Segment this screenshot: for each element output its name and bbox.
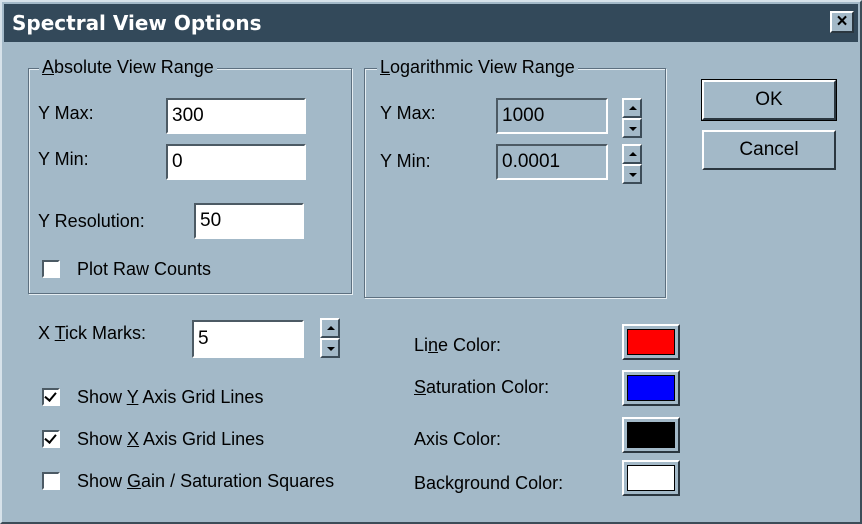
line-color-swatch[interactable] — [622, 324, 680, 360]
abs-ymax-input[interactable] — [166, 98, 306, 134]
log-ymax-spinner[interactable] — [622, 98, 642, 138]
log-ymin-input[interactable] — [496, 144, 608, 180]
background-color-label: Background Color: — [414, 473, 564, 493]
plot-raw-counts-label: Plot Raw Counts — [77, 259, 212, 279]
show-y-grid-checkbox[interactable] — [42, 388, 60, 406]
line-color-label: Line Color: — [414, 335, 502, 355]
show-y-grid-label: Show Y Axis Grid Lines — [77, 387, 264, 407]
close-icon: × — [836, 11, 848, 32]
spin-down-button[interactable] — [320, 338, 340, 358]
spectral-view-options-dialog: Spectral View Options × Absolute View Ra… — [0, 0, 862, 524]
abs-yres-input[interactable] — [194, 203, 304, 239]
arrow-down-icon — [327, 347, 335, 351]
log-view-range-legend: Logarithmic View Range — [377, 55, 578, 79]
spin-up-button[interactable] — [320, 318, 340, 338]
log-ymin-label: Y Min: — [380, 151, 431, 171]
saturation-color-fill — [627, 375, 675, 401]
abs-ymin-input[interactable] — [166, 144, 306, 180]
arrow-up-icon — [629, 152, 637, 156]
close-button[interactable]: × — [830, 11, 854, 33]
saturation-color-label: Saturation Color: — [414, 377, 550, 397]
axis-color-label: Axis Color: — [414, 429, 502, 449]
title-bar[interactable]: Spectral View Options × — [4, 4, 858, 42]
x-tick-marks-input[interactable] — [192, 320, 304, 358]
saturation-color-swatch[interactable] — [622, 370, 680, 406]
spin-up-button[interactable] — [622, 98, 642, 118]
window-title: Spectral View Options — [12, 11, 262, 35]
show-x-grid-checkbox[interactable] — [42, 430, 60, 448]
absolute-view-range-legend: Absolute View Range — [39, 55, 217, 79]
axis-color-swatch[interactable] — [622, 417, 680, 453]
plot-raw-counts-checkbox[interactable] — [42, 260, 60, 278]
arrow-up-icon — [629, 106, 637, 110]
checkmark-icon — [44, 389, 57, 402]
background-color-swatch[interactable] — [622, 460, 680, 496]
x-tick-marks-spinner[interactable] — [320, 318, 340, 358]
spin-down-button[interactable] — [622, 164, 642, 184]
log-ymax-input[interactable] — [496, 98, 608, 134]
checkmark-icon — [44, 431, 57, 444]
log-ymax-label: Y Max: — [380, 103, 436, 123]
abs-ymax-label: Y Max: — [38, 103, 94, 123]
show-gain-squares-checkbox[interactable] — [42, 472, 60, 490]
spin-up-button[interactable] — [622, 144, 642, 164]
axis-color-fill — [627, 422, 675, 448]
abs-yres-label: Y Resolution: — [38, 211, 145, 231]
arrow-down-icon — [629, 127, 637, 131]
x-tick-marks-label: X Tick Marks: — [38, 323, 147, 343]
background-color-fill — [627, 465, 675, 491]
cancel-button[interactable]: Cancel — [702, 130, 836, 170]
arrow-down-icon — [629, 173, 637, 177]
arrow-up-icon — [327, 326, 335, 330]
spin-down-button[interactable] — [622, 118, 642, 138]
line-color-fill — [627, 329, 675, 355]
show-gain-squares-label: Show Gain / Saturation Squares — [77, 471, 335, 491]
ok-button[interactable]: OK — [701, 79, 837, 121]
abs-ymin-label: Y Min: — [38, 149, 89, 169]
show-x-grid-label: Show X Axis Grid Lines — [77, 429, 265, 449]
log-ymin-spinner[interactable] — [622, 144, 642, 184]
